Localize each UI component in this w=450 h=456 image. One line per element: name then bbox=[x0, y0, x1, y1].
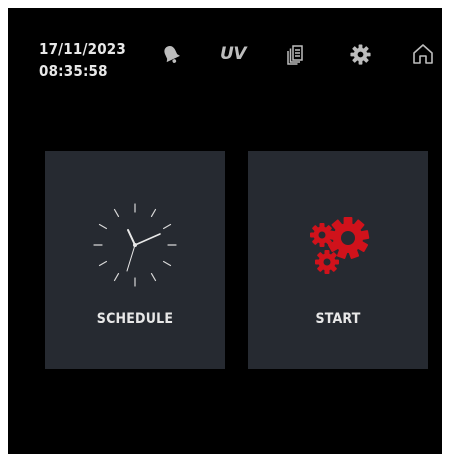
app-screen: 17/11/2023 08:35:58 UV SCHEDULE START bbox=[8, 8, 442, 454]
time-text: 08:35:58 bbox=[39, 62, 108, 80]
date-text: 17/11/2023 bbox=[39, 40, 126, 58]
schedule-button[interactable]: SCHEDULE bbox=[45, 151, 225, 369]
clock-icon bbox=[90, 200, 180, 294]
schedule-label: SCHEDULE bbox=[96, 311, 174, 327]
datetime-display: 17/11/2023 08:35:58 bbox=[39, 38, 126, 82]
gears-icon bbox=[293, 200, 383, 294]
documents-icon[interactable] bbox=[284, 42, 308, 66]
start-button[interactable]: START bbox=[248, 151, 428, 369]
home-icon[interactable] bbox=[411, 42, 435, 66]
start-label: START bbox=[315, 311, 361, 327]
gear-icon[interactable] bbox=[348, 42, 372, 66]
bell-icon[interactable] bbox=[159, 42, 183, 66]
uv-icon[interactable]: UV bbox=[216, 42, 250, 66]
